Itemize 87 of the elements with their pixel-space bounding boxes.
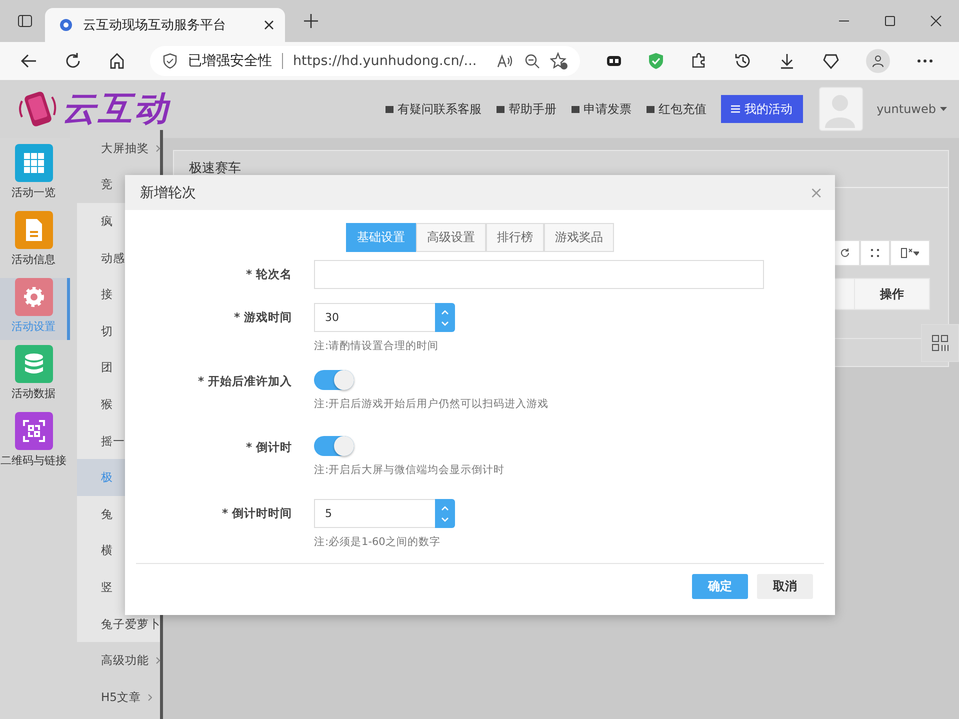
submenu-item[interactable]: 横 — [101, 543, 113, 558]
chevron-icon — [156, 144, 160, 152]
new-tab-icon[interactable] — [303, 13, 319, 29]
chevron-icon — [148, 694, 152, 701]
back-icon[interactable] — [20, 52, 38, 70]
field-label: * 倒计时 — [244, 439, 292, 456]
address-bar[interactable]: 已增强安全性 https://hd.yunhudong.cn/... — [150, 46, 580, 76]
field-label: * 轮次名 — [244, 266, 292, 283]
spinner-button[interactable] — [435, 499, 455, 528]
more-icon[interactable] — [916, 58, 934, 64]
header-link[interactable]: 帮助手册 — [508, 100, 557, 118]
header-link[interactable]: 红包充值 — [658, 100, 707, 118]
sidebar-item[interactable]: 活动数据 — [0, 345, 70, 407]
header-link[interactable]: 有疑问联系客服 — [398, 100, 482, 118]
refresh-icon[interactable] — [64, 52, 82, 70]
qr-code-icon — [931, 334, 949, 352]
field-note: 注:请酌情设置合理的时间 — [314, 339, 440, 353]
shield-check-icon[interactable] — [648, 52, 664, 70]
fullscreen-icon — [871, 249, 879, 257]
submenu-item[interactable]: H5文章 — [101, 690, 141, 705]
profile-avatar[interactable] — [866, 49, 890, 73]
submenu-item[interactable]: 接 — [101, 287, 113, 302]
history-icon[interactable] — [734, 52, 752, 70]
collections-icon[interactable] — [822, 52, 840, 70]
maximize-icon[interactable] — [884, 15, 896, 27]
submenu-item[interactable]: 大屏抽奖 — [101, 140, 149, 156]
columns-icon — [901, 248, 919, 258]
submenu-item[interactable]: 竞 — [101, 177, 113, 192]
input-field[interactable]: 30 — [314, 303, 435, 332]
field-note: 注:开启后大屏与微信端均会显示倒计时 — [314, 463, 505, 477]
spinner-button[interactable] — [435, 303, 455, 332]
tab-list-icon[interactable] — [17, 13, 33, 29]
sidebar-item[interactable]: 活动信息 — [0, 211, 70, 273]
submenu-item[interactable]: 动感 — [101, 250, 125, 266]
link-icon — [646, 104, 655, 114]
link-icon — [570, 104, 580, 114]
caret-icon — [940, 107, 947, 111]
home-icon[interactable] — [108, 52, 126, 70]
field-label: * 倒计时时间 — [220, 505, 292, 522]
tab[interactable]: 排行榜 — [486, 223, 544, 252]
chevron-icon — [156, 657, 160, 664]
link-icon — [384, 104, 394, 114]
submenu-item[interactable]: 疯 — [101, 214, 113, 229]
cancel-button[interactable]: 取消 — [757, 574, 813, 599]
close-icon[interactable] — [930, 15, 942, 27]
submenu-item[interactable]: 竖 — [101, 580, 113, 595]
submenu-item[interactable]: 猴 — [101, 396, 113, 412]
security-label: 已增强安全性 — [188, 52, 272, 70]
refresh-icon — [840, 248, 850, 258]
submenu-item[interactable]: 摇一 — [101, 434, 125, 449]
qr-float-button[interactable] — [921, 324, 959, 362]
input-field[interactable] — [314, 260, 764, 289]
shield-icon[interactable] — [162, 53, 178, 69]
my-activities-button[interactable]: 我的活动 — [720, 95, 803, 123]
download-icon[interactable] — [778, 52, 796, 70]
header-link[interactable]: 申请发票 — [584, 100, 632, 118]
url-text: https://hd.yunhudong.cn/... — [293, 53, 478, 69]
toggle-switch[interactable] — [314, 436, 354, 456]
sidebar-item[interactable]: 二维码与链接 — [0, 412, 70, 474]
logo-text: 云互动 — [62, 88, 170, 131]
tab[interactable]: 高级设置 — [416, 223, 486, 252]
list-icon — [730, 105, 740, 113]
columns-button[interactable] — [890, 240, 930, 266]
tab[interactable]: 游戏奖品 — [544, 223, 614, 252]
user-menu[interactable]: yuntuweb — [876, 102, 947, 116]
close-icon[interactable] — [263, 19, 275, 31]
tab-title: 云互动现场互动服务平台 — [83, 17, 227, 34]
input-field[interactable]: 5 — [314, 499, 435, 528]
browser-tab[interactable]: 云互动现场互动服务平台 — [45, 8, 285, 42]
toggle-switch[interactable] — [314, 370, 354, 390]
site-icon — [59, 18, 73, 32]
zoom-out-icon[interactable] — [524, 53, 540, 69]
field-note: 注:必须是1-60之间的数字 — [314, 535, 442, 549]
favorite-icon[interactable] — [550, 52, 568, 70]
field-note: 注:开启后游戏开始后用户仍然可以扫码进入游戏 — [314, 397, 549, 411]
read-aloud-icon[interactable] — [496, 53, 514, 69]
submenu-item[interactable]: 高级功能 — [101, 653, 149, 668]
extension-icon[interactable] — [606, 53, 622, 69]
submenu-item[interactable]: 团 — [101, 360, 113, 376]
field-label: * 开始后准许加入 — [196, 373, 292, 390]
link-icon — [496, 104, 505, 114]
submenu-item[interactable]: 兔 — [101, 506, 113, 522]
fullscreen-button[interactable] — [860, 240, 890, 266]
submenu-item[interactable]: 切 — [101, 324, 113, 339]
field-label: * 游戏时间 — [232, 309, 292, 326]
sidebar-item[interactable]: 活动一览 — [0, 144, 70, 206]
column-header: 操作 — [854, 279, 929, 309]
